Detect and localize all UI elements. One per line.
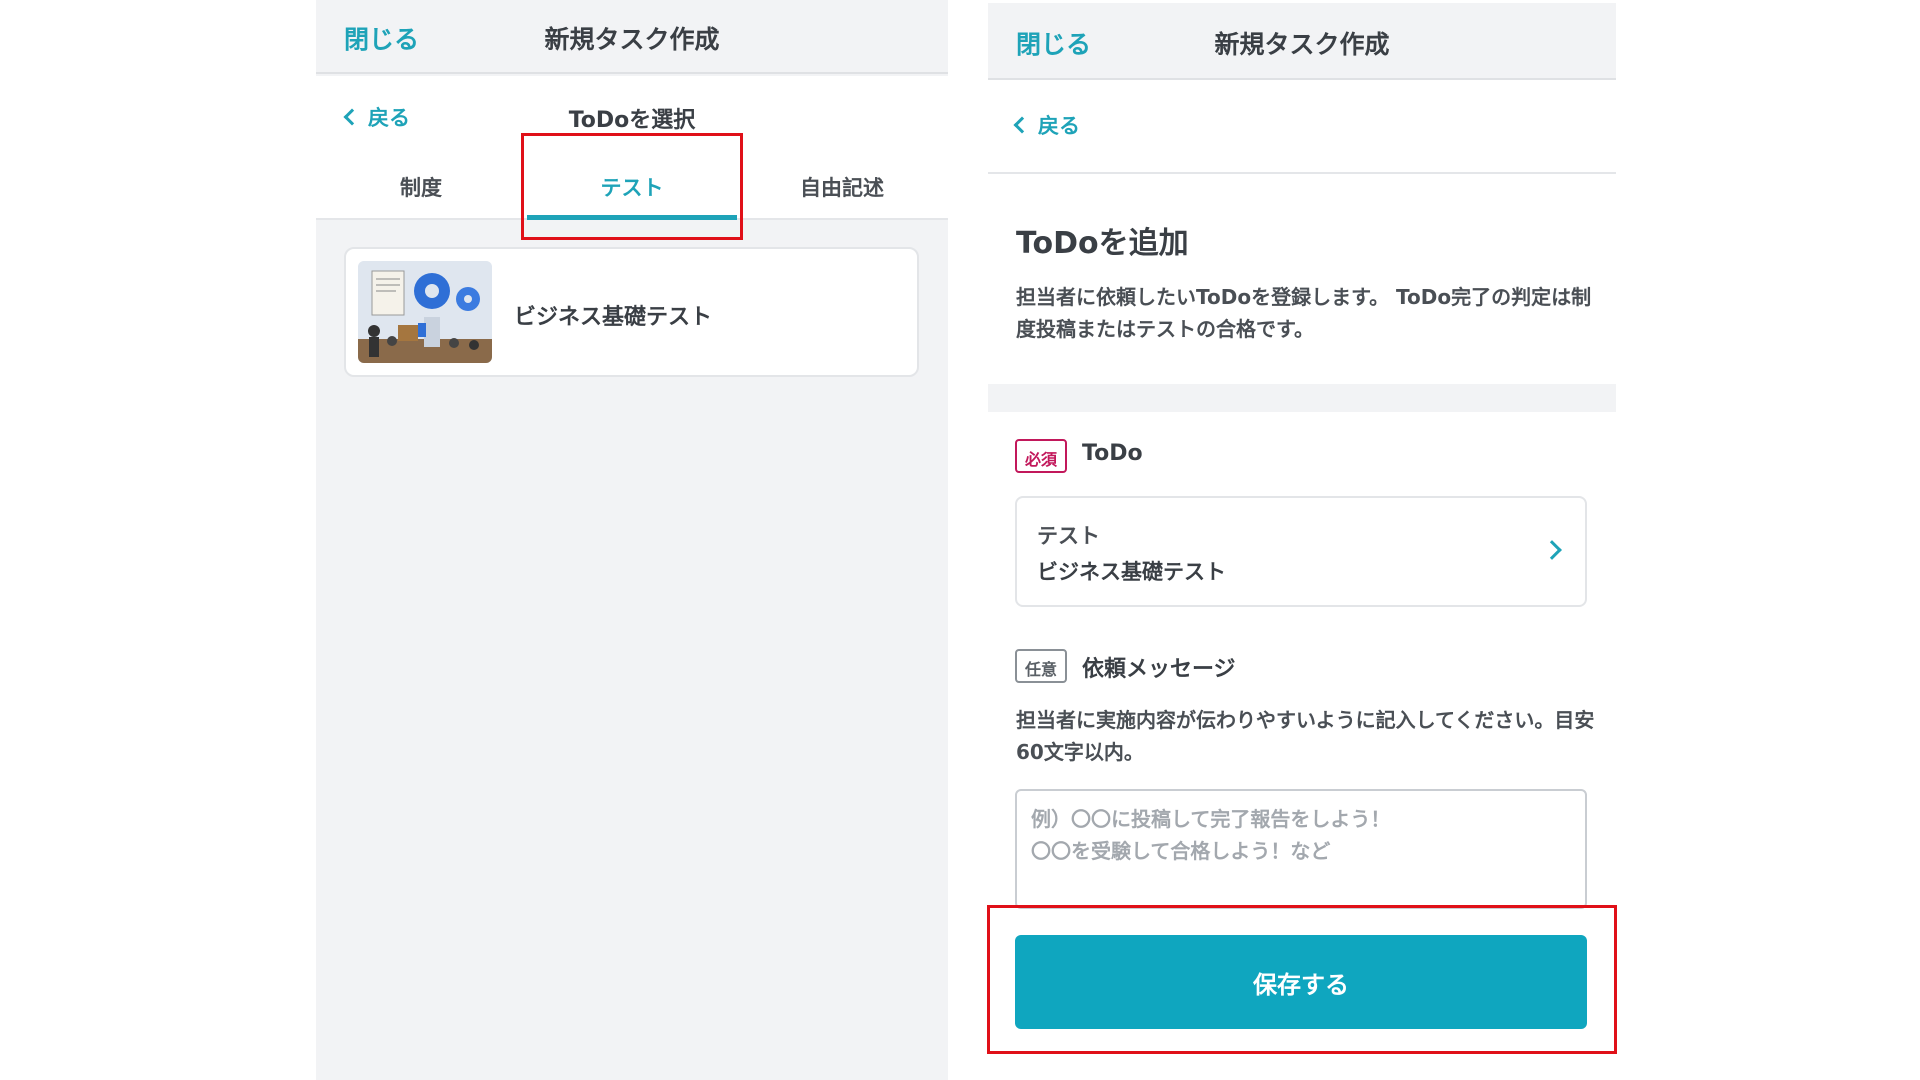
tab-seido[interactable]: 制度 [316,166,526,220]
chevron-left-icon [1013,116,1031,134]
item-title: ビジネス基礎テスト [514,305,713,330]
active-tab-indicator [527,215,737,220]
message-field-label: 依頼メッセージ [1082,657,1236,682]
tab-label: 制度 [400,176,442,200]
header-title: 新規タスク作成 [1214,30,1390,59]
message-textarea[interactable] [1015,789,1587,909]
tab-test[interactable]: テスト [527,166,737,220]
item-thumbnail [358,261,492,363]
tab-label: テスト [600,176,664,200]
section-divider [988,384,1616,412]
back-label: 戻る [1038,114,1080,138]
back-row: 戻る [988,80,1616,174]
header-title: 新規タスク作成 [544,25,720,54]
todo-select-nav: 戻る ToDoを選択 制度 テスト 自由記述 [316,76,948,220]
business-gears-illustration [358,261,492,363]
message-help-text: 担当者に実施内容が伝わりやすいように記入してください。目安60文字以内。 [1016,708,1595,764]
todo-name: ビジネス基礎テスト [1037,560,1226,584]
todo-add-panel: 閉じる 新規タスク作成 戻る ToDoを追加 担当者に依頼したいToDoを登録し… [988,0,1616,1080]
save-button[interactable]: 保存する [1015,935,1587,1029]
required-badge: 必須 [1015,439,1068,473]
tab-free-text[interactable]: 自由記述 [737,166,947,220]
todo-select-panel: 閉じる 新規タスク作成 戻る ToDoを選択 制度 テスト 自由記述 ビジネス基… [316,0,948,1080]
todo-field-label: ToDo [1082,441,1143,466]
header: 閉じる 新規タスク作成 [316,0,948,74]
section-description: 担当者に依頼したいToDoを登録します。 ToDo完了の判定は制度投稿またはテス… [1016,285,1592,341]
section-title: ToDoを追加 [1016,226,1189,261]
header: 閉じる 新規タスク作成 [988,3,1616,80]
list-item[interactable]: ビジネス基礎テスト [344,247,919,377]
optional-badge: 任意 [1015,649,1068,683]
todo-selector[interactable]: テスト ビジネス基礎テスト [1015,496,1587,607]
page-title: ToDoを選択 [568,108,696,133]
todo-category: テスト [1037,524,1100,548]
tab-label: 自由記述 [800,176,884,200]
chevron-right-icon [1542,540,1562,560]
back-button[interactable]: 戻る [1013,110,1080,140]
category-tabs: 制度 テスト 自由記述 [316,166,948,220]
